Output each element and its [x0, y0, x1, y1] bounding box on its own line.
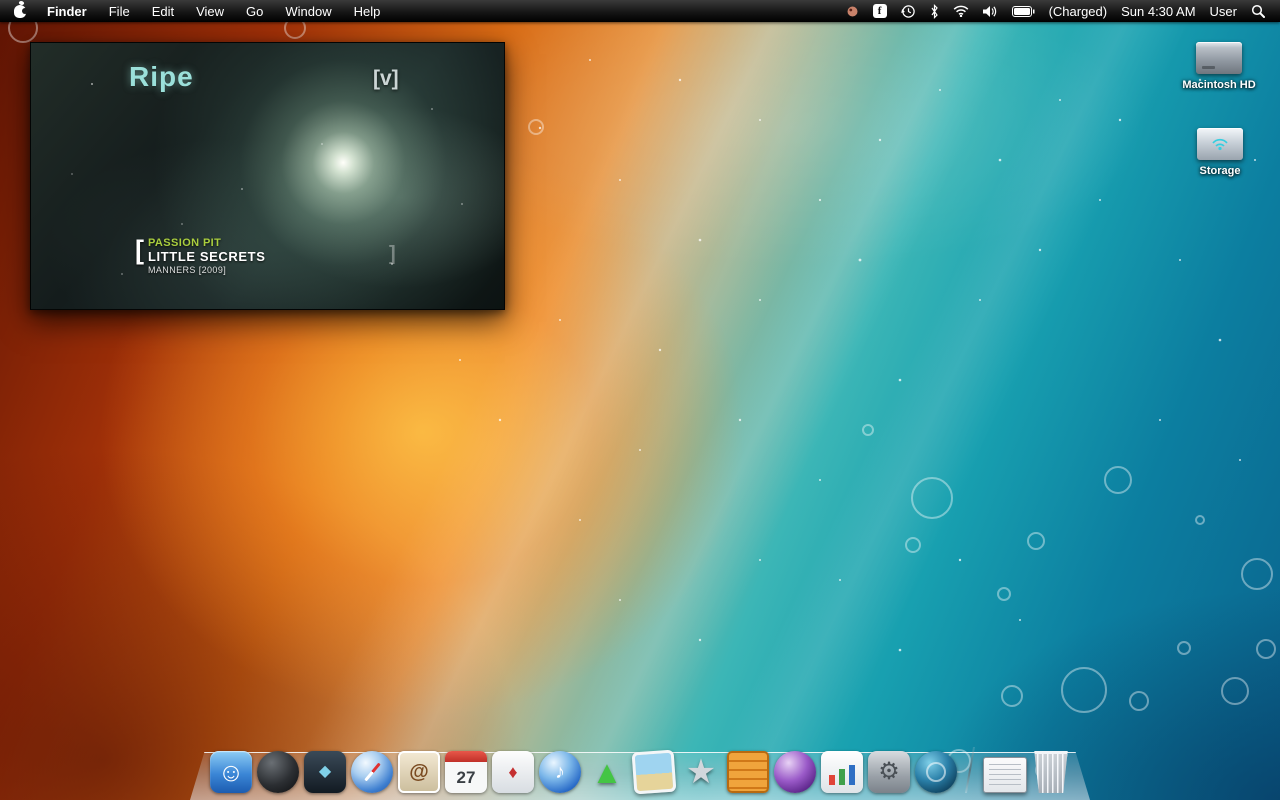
dock: ☺ ◆ @ 27 ♦ ♪ ▲ ★ ⚙ [186, 747, 1094, 800]
dock-icon-chart[interactable] [821, 751, 863, 793]
dock-icon-mail[interactable]: @ [398, 751, 440, 793]
apple-menu[interactable] [0, 0, 36, 22]
dock-icon-system-preferences[interactable]: ⚙ [868, 751, 910, 793]
menu-go[interactable]: Go [235, 4, 274, 19]
caption-song: LITTLE SECRETS [148, 249, 266, 264]
star-icon: ★ [685, 753, 717, 791]
facebook-icon: f [872, 4, 887, 18]
dock-icon-trash[interactable] [1034, 751, 1068, 793]
menu-clock[interactable]: Sun 4:30 AM [1114, 4, 1202, 19]
apple-icon [14, 4, 28, 18]
diamond-suit-icon: ♦ [508, 762, 518, 782]
bluetooth-icon[interactable] [923, 0, 946, 22]
desktop-icon-storage[interactable]: Storage [1172, 128, 1268, 177]
caption-bracket-right: ] [389, 243, 396, 265]
user-switch-menu[interactable]: User [1203, 4, 1244, 19]
desktop-icon-label: Macintosh HD [1182, 79, 1256, 91]
dock-icon-upload[interactable]: ▲ [586, 751, 628, 793]
video-flare [31, 43, 504, 309]
dock-icon-itunes[interactable]: ♪ [539, 751, 581, 793]
desktop-screen: Finder File Edit View Go Window Help f (… [0, 0, 1280, 800]
caption-artist: PASSION PIT [148, 237, 222, 249]
time-machine-icon[interactable] [894, 0, 923, 22]
up-arrow-icon: ▲ [591, 754, 623, 790]
video-window[interactable]: Ripe [v] ] [ PASSION PIT LITTLE SECRETS … [30, 42, 505, 310]
video-starfield [91, 83, 93, 85]
menu-extra-icon[interactable] [839, 0, 866, 22]
music-note-icon: ♪ [555, 761, 565, 783]
network-drive-icon [1197, 128, 1243, 160]
finder-face-icon: ☺ [217, 757, 245, 787]
menu-edit[interactable]: Edit [141, 4, 185, 19]
calendar-header [445, 751, 487, 762]
dock-icon-finder[interactable]: ☺ [210, 751, 252, 793]
wifi-icon[interactable] [946, 0, 976, 22]
gear-icon: ⚙ [878, 758, 900, 785]
menu-view[interactable]: View [185, 4, 235, 19]
dock-icon-dark-utility[interactable]: ◆ [304, 751, 346, 793]
spotlight-icon[interactable] [1244, 0, 1272, 22]
menu-help[interactable]: Help [343, 4, 392, 19]
menu-file[interactable]: File [98, 4, 141, 19]
volume-icon[interactable] [976, 0, 1005, 22]
dock-icon-search-orb[interactable] [915, 751, 957, 793]
dock-icon-star-app[interactable]: ★ [680, 751, 722, 793]
facebook-menu-icon[interactable]: f [866, 0, 894, 22]
desktop-icon-macintosh-hd[interactable]: Macintosh HD [1171, 42, 1267, 91]
diamond-icon: ◆ [318, 763, 332, 780]
at-sign-icon: @ [409, 761, 429, 783]
dock-icon-safari[interactable] [351, 751, 393, 793]
menu-bar-left: Finder File Edit View Go Window Help [0, 0, 391, 22]
dock-icon-games[interactable]: ♦ [492, 751, 534, 793]
caption-album: MANNERS [2009] [148, 265, 227, 275]
dock-divider [964, 747, 976, 793]
hard-drive-icon [1196, 42, 1242, 74]
ripe-logo: Ripe [129, 61, 194, 92]
dock-icon-crate[interactable] [727, 751, 769, 793]
caption-bracket-left: [ [135, 235, 144, 265]
menu-app-finder[interactable]: Finder [36, 4, 98, 19]
channel-v-logo: [v] [373, 67, 399, 90]
dock-icon-purple-orb[interactable] [774, 751, 816, 793]
desktop-icon-label: Storage [1199, 165, 1241, 177]
caption-lines: PASSION PIT LITTLE SECRETS MANNERS [2009… [148, 237, 265, 275]
menu-window[interactable]: Window [274, 4, 342, 19]
dock-icon-dashboard-sphere[interactable] [257, 751, 299, 793]
battery-icon[interactable] [1005, 0, 1042, 22]
calendar-day: 27 [456, 767, 476, 787]
menu-bar: Finder File Edit View Go Window Help f (… [0, 0, 1280, 22]
dock-minimized-window[interactable] [983, 757, 1027, 793]
menu-bar-right: f (Charged) Sun 4:30 AM User [839, 0, 1280, 22]
dock-icon-iphoto[interactable] [631, 749, 677, 795]
video-caption: [ PASSION PIT LITTLE SECRETS MANNERS [20… [135, 235, 265, 276]
battery-status[interactable]: (Charged) [1042, 4, 1115, 19]
dock-icon-ical[interactable]: 27 [445, 751, 487, 793]
